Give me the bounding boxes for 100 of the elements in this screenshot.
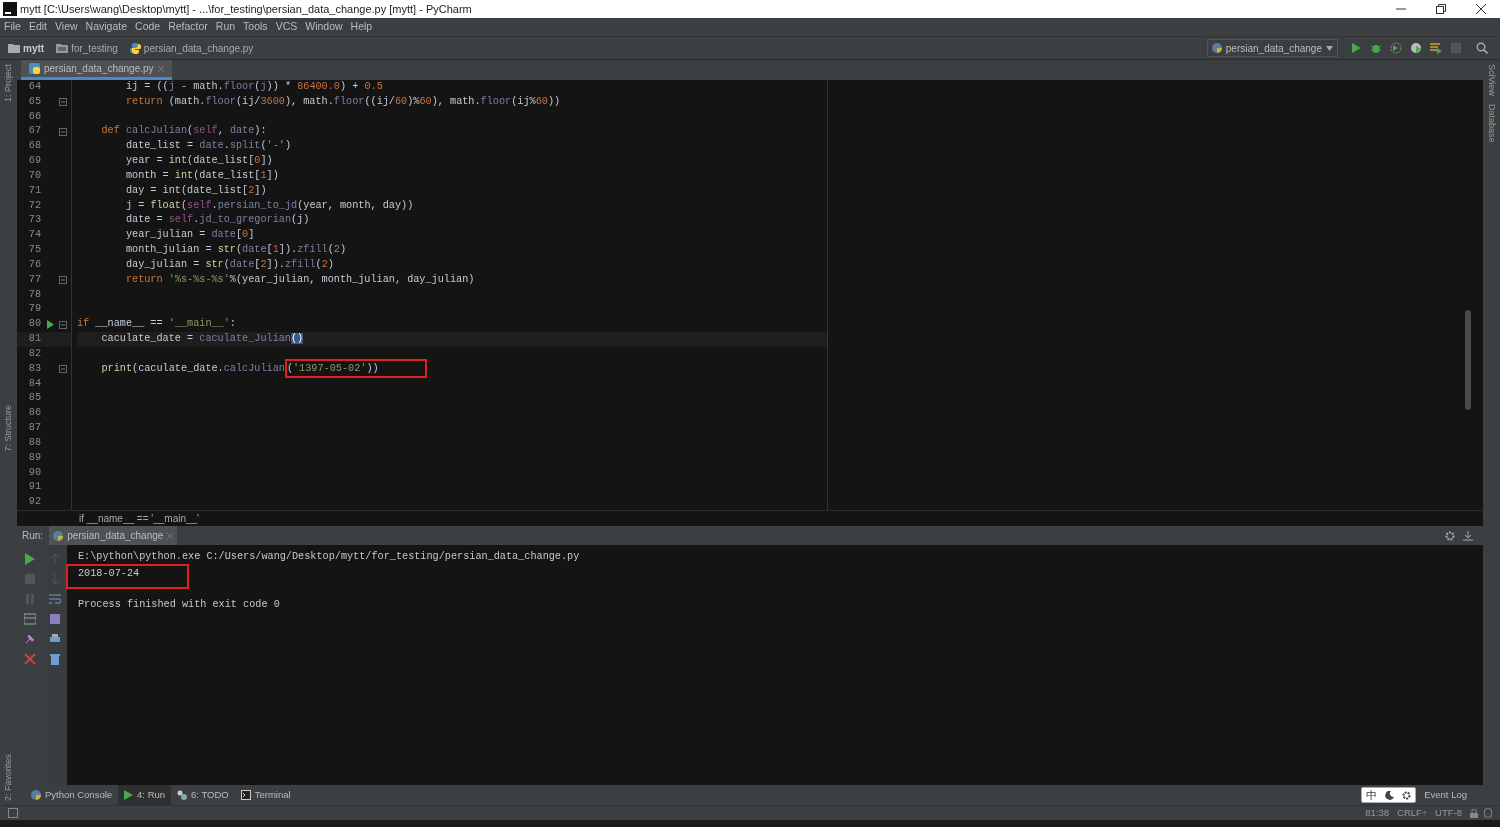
menu-item[interactable]: Run xyxy=(215,19,236,35)
file-encoding[interactable]: UTF-8 xyxy=(1435,805,1462,821)
event-log-link[interactable]: Event Log xyxy=(1424,787,1467,803)
pin-icon[interactable] xyxy=(23,633,36,645)
console-output: E:\python\python.exe C:/Users/wang/Desktop/mytt/for_testing/persian_data_change.py xyxy=(78,551,580,562)
tool-window-tab[interactable]: Database xyxy=(1484,103,1499,143)
tool-window-tab[interactable]: 6: TODO xyxy=(171,785,235,805)
scroll-end-icon[interactable] xyxy=(48,613,61,625)
line-number: 73 xyxy=(27,213,41,228)
menu-item[interactable]: VCS xyxy=(275,19,298,35)
folder-icon xyxy=(56,43,69,53)
inspector-icon[interactable] xyxy=(1484,808,1492,818)
ime-toolbar[interactable]: 中 xyxy=(1361,787,1417,803)
run-icon[interactable] xyxy=(46,320,54,330)
tool-window-tab[interactable]: 1: Project xyxy=(1,64,16,103)
run-config-dropdown[interactable]: persian_data_change xyxy=(1206,39,1338,57)
tool-window-tab[interactable]: SciView xyxy=(1484,64,1499,96)
fold-icon[interactable] xyxy=(59,98,67,107)
bug-icon[interactable] xyxy=(1370,42,1382,54)
run-config-name: persian_data_change xyxy=(1225,41,1322,56)
code-token: ij = (( xyxy=(124,81,169,92)
code-token: j xyxy=(168,81,175,92)
code-token: floor xyxy=(333,95,365,107)
line-number: 71 xyxy=(27,183,41,198)
trash-icon[interactable] xyxy=(48,653,61,665)
code-token: month_julian = xyxy=(124,244,213,256)
layout-icon[interactable] xyxy=(8,808,18,818)
menu-item[interactable]: View xyxy=(55,19,78,35)
code-token: zfill xyxy=(284,258,316,270)
menu-item[interactable]: File xyxy=(4,19,21,35)
code-token: ]). xyxy=(278,244,298,256)
tool-window-tab[interactable]: Terminal xyxy=(234,785,297,805)
layout-icon[interactable] xyxy=(23,613,36,625)
code-token: 2 xyxy=(333,244,340,256)
code-token: ) xyxy=(340,244,347,256)
code-token: self xyxy=(193,125,218,137)
menu-item[interactable]: Code xyxy=(135,19,161,35)
run-icon xyxy=(124,790,134,800)
wrap-icon[interactable] xyxy=(48,593,61,605)
tool-window-tab[interactable]: 2: Favorites xyxy=(1,753,16,801)
coverage-icon[interactable] xyxy=(1390,42,1402,54)
run-icon[interactable] xyxy=(1350,42,1362,54)
code-token: (year, month, day)) xyxy=(297,199,414,211)
code-token: ] xyxy=(248,229,255,241)
code-token: ), math. xyxy=(431,95,481,107)
lock-icon[interactable] xyxy=(1470,808,1478,818)
code-token: jd_to_gregorian xyxy=(199,214,291,226)
code-token: date xyxy=(211,229,236,241)
menu-item[interactable]: Window xyxy=(305,19,343,35)
code-token: year = xyxy=(124,155,164,167)
tool-window-tab[interactable]: Python Console xyxy=(25,785,119,805)
code-token: persian_to_jd xyxy=(217,199,298,211)
editor-tab[interactable]: persian_data_change.py xyxy=(21,60,172,80)
line-number: 91 xyxy=(27,480,41,495)
breadcrumb-item[interactable]: for_testing xyxy=(71,40,118,56)
menu-item[interactable]: Edit xyxy=(28,19,47,35)
list-run-icon[interactable] xyxy=(1430,42,1442,54)
menu-item[interactable]: Navigate xyxy=(85,19,128,35)
breadcrumb-item[interactable]: mytt xyxy=(23,40,45,56)
line-number: 83 xyxy=(27,361,41,376)
print-icon[interactable] xyxy=(48,633,61,645)
code-token: ) xyxy=(327,258,334,270)
code-token: - math. xyxy=(179,81,224,92)
scrollbar[interactable] xyxy=(1465,310,1471,410)
editor-tab-label: persian_data_change.py xyxy=(44,62,154,76)
profile-icon[interactable] xyxy=(1410,42,1422,54)
code-token: floor xyxy=(205,95,236,107)
run-icon[interactable] xyxy=(23,553,36,565)
code-token: j = xyxy=(124,199,146,211)
line-number: 66 xyxy=(27,109,41,124)
line-separator[interactable]: CRLF÷ xyxy=(1397,805,1428,821)
fold-icon[interactable] xyxy=(59,276,67,285)
breadcrumb-item[interactable]: if __name__ == '__main__' xyxy=(79,511,199,526)
tool-window-tab[interactable]: 4: Run xyxy=(118,785,172,805)
gear-icon[interactable] xyxy=(1445,530,1455,541)
menu-item[interactable]: Tools xyxy=(243,19,268,35)
line-number: 85 xyxy=(27,391,41,406)
close-icon[interactable] xyxy=(1476,4,1486,14)
code-token: () xyxy=(291,333,304,345)
restore-icon[interactable] xyxy=(1436,4,1446,14)
hide-icon[interactable] xyxy=(1463,530,1473,541)
code-token: ]) xyxy=(260,155,273,167)
code-token: floor xyxy=(480,95,512,107)
cursor-position[interactable]: 81:38 xyxy=(1365,805,1390,821)
breadcrumb-item[interactable]: persian_data_change.py xyxy=(143,40,254,56)
menu-item[interactable]: Help xyxy=(350,19,373,35)
code-token: 3600 xyxy=(260,95,285,107)
code-token: def xyxy=(100,125,121,137)
fold-icon[interactable] xyxy=(59,365,67,374)
fold-icon[interactable] xyxy=(59,127,67,136)
console-output: Process finished with exit code 0 xyxy=(78,599,280,610)
search-icon[interactable] xyxy=(1476,42,1488,54)
tool-window-tab[interactable]: 7: Structure xyxy=(1,404,16,452)
run-tab[interactable]: persian_data_change xyxy=(49,526,178,545)
line-number: 69 xyxy=(27,154,41,169)
fold-icon[interactable] xyxy=(59,320,67,329)
code-token: [ xyxy=(266,244,273,256)
menu-item[interactable]: Refactor xyxy=(168,19,208,35)
caret-icon xyxy=(1326,45,1333,51)
line-number: 79 xyxy=(27,302,41,317)
